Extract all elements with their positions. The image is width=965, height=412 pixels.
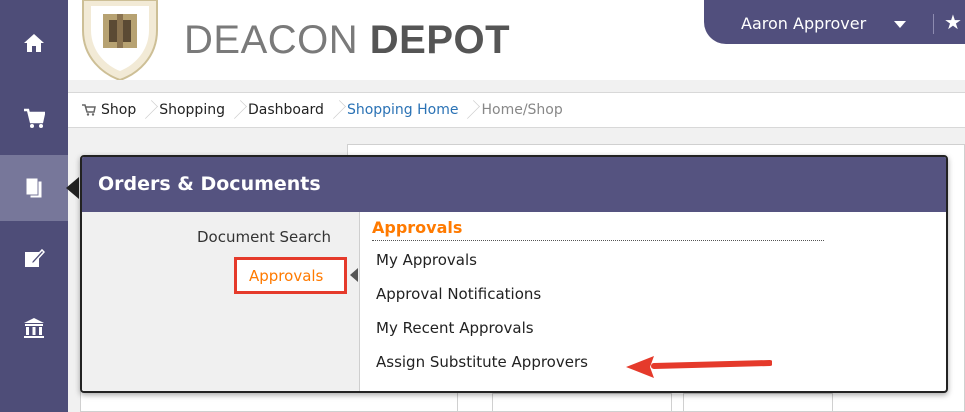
nav-home[interactable] bbox=[0, 10, 68, 76]
breadcrumb-shopping-home[interactable]: Shopping Home bbox=[347, 102, 459, 118]
submenu-title: Approvals bbox=[372, 212, 824, 241]
documents-icon bbox=[25, 177, 43, 199]
menu-item-my-approvals[interactable]: My Approvals bbox=[372, 243, 946, 277]
left-nav bbox=[0, 0, 68, 412]
breadcrumb-separator bbox=[142, 93, 151, 127]
breadcrumb-shopping[interactable]: Shopping bbox=[159, 102, 225, 118]
menu-item-approval-notifications[interactable]: Approval Notifications bbox=[372, 277, 946, 311]
chevron-down-icon bbox=[894, 21, 906, 28]
home-icon bbox=[24, 34, 44, 52]
bank-icon bbox=[24, 318, 44, 338]
nav-bank[interactable] bbox=[0, 295, 68, 361]
menu-item-my-recent-approvals[interactable]: My Recent Approvals bbox=[372, 311, 946, 345]
nav-edit[interactable] bbox=[0, 225, 68, 291]
page: DEACON DEPOT Aaron Approver ★ Shop Shopp… bbox=[0, 0, 965, 412]
approvals-link[interactable]: Approvals bbox=[249, 267, 323, 285]
flyout-pointer bbox=[66, 177, 79, 199]
logo-shield bbox=[82, 0, 158, 80]
breadcrumb-separator bbox=[330, 93, 339, 127]
annotation-arrow-icon bbox=[626, 356, 772, 378]
divider bbox=[933, 14, 934, 34]
breadcrumb-separator bbox=[464, 93, 473, 127]
brand-name: DEACON DEPOT bbox=[184, 18, 511, 62]
cart-icon bbox=[82, 104, 96, 116]
breadcrumb-shop[interactable]: Shop bbox=[82, 102, 136, 118]
flyout-left-menu: Document Search Approvals bbox=[82, 212, 360, 391]
breadcrumb-separator bbox=[231, 93, 240, 127]
breadcrumb-home-shop: Home/Shop bbox=[481, 102, 563, 118]
edit-icon bbox=[25, 248, 45, 267]
selected-indicator bbox=[350, 268, 358, 282]
header: DEACON DEPOT Aaron Approver ★ bbox=[68, 0, 965, 80]
nav-cart[interactable] bbox=[0, 86, 68, 152]
user-name[interactable]: Aaron Approver bbox=[741, 14, 866, 33]
breadcrumb-dashboard[interactable]: Dashboard bbox=[248, 102, 324, 118]
nav-documents[interactable] bbox=[0, 155, 68, 221]
breadcrumb: Shop Shopping Dashboard Shopping Home Ho… bbox=[68, 92, 965, 128]
cart-icon bbox=[24, 108, 45, 128]
user-menu[interactable]: Aaron Approver ★ bbox=[704, 0, 965, 44]
orders-documents-flyout: Orders & Documents Document Search Appro… bbox=[80, 155, 948, 393]
content-panel bbox=[683, 393, 833, 412]
document-search-link[interactable]: Document Search bbox=[197, 228, 331, 246]
flyout-title: Orders & Documents bbox=[82, 157, 946, 212]
approvals-highlight[interactable]: Approvals bbox=[234, 257, 347, 294]
content-panel bbox=[492, 393, 672, 412]
star-icon[interactable]: ★ bbox=[944, 10, 962, 34]
breadcrumb-label: Shop bbox=[101, 102, 137, 118]
